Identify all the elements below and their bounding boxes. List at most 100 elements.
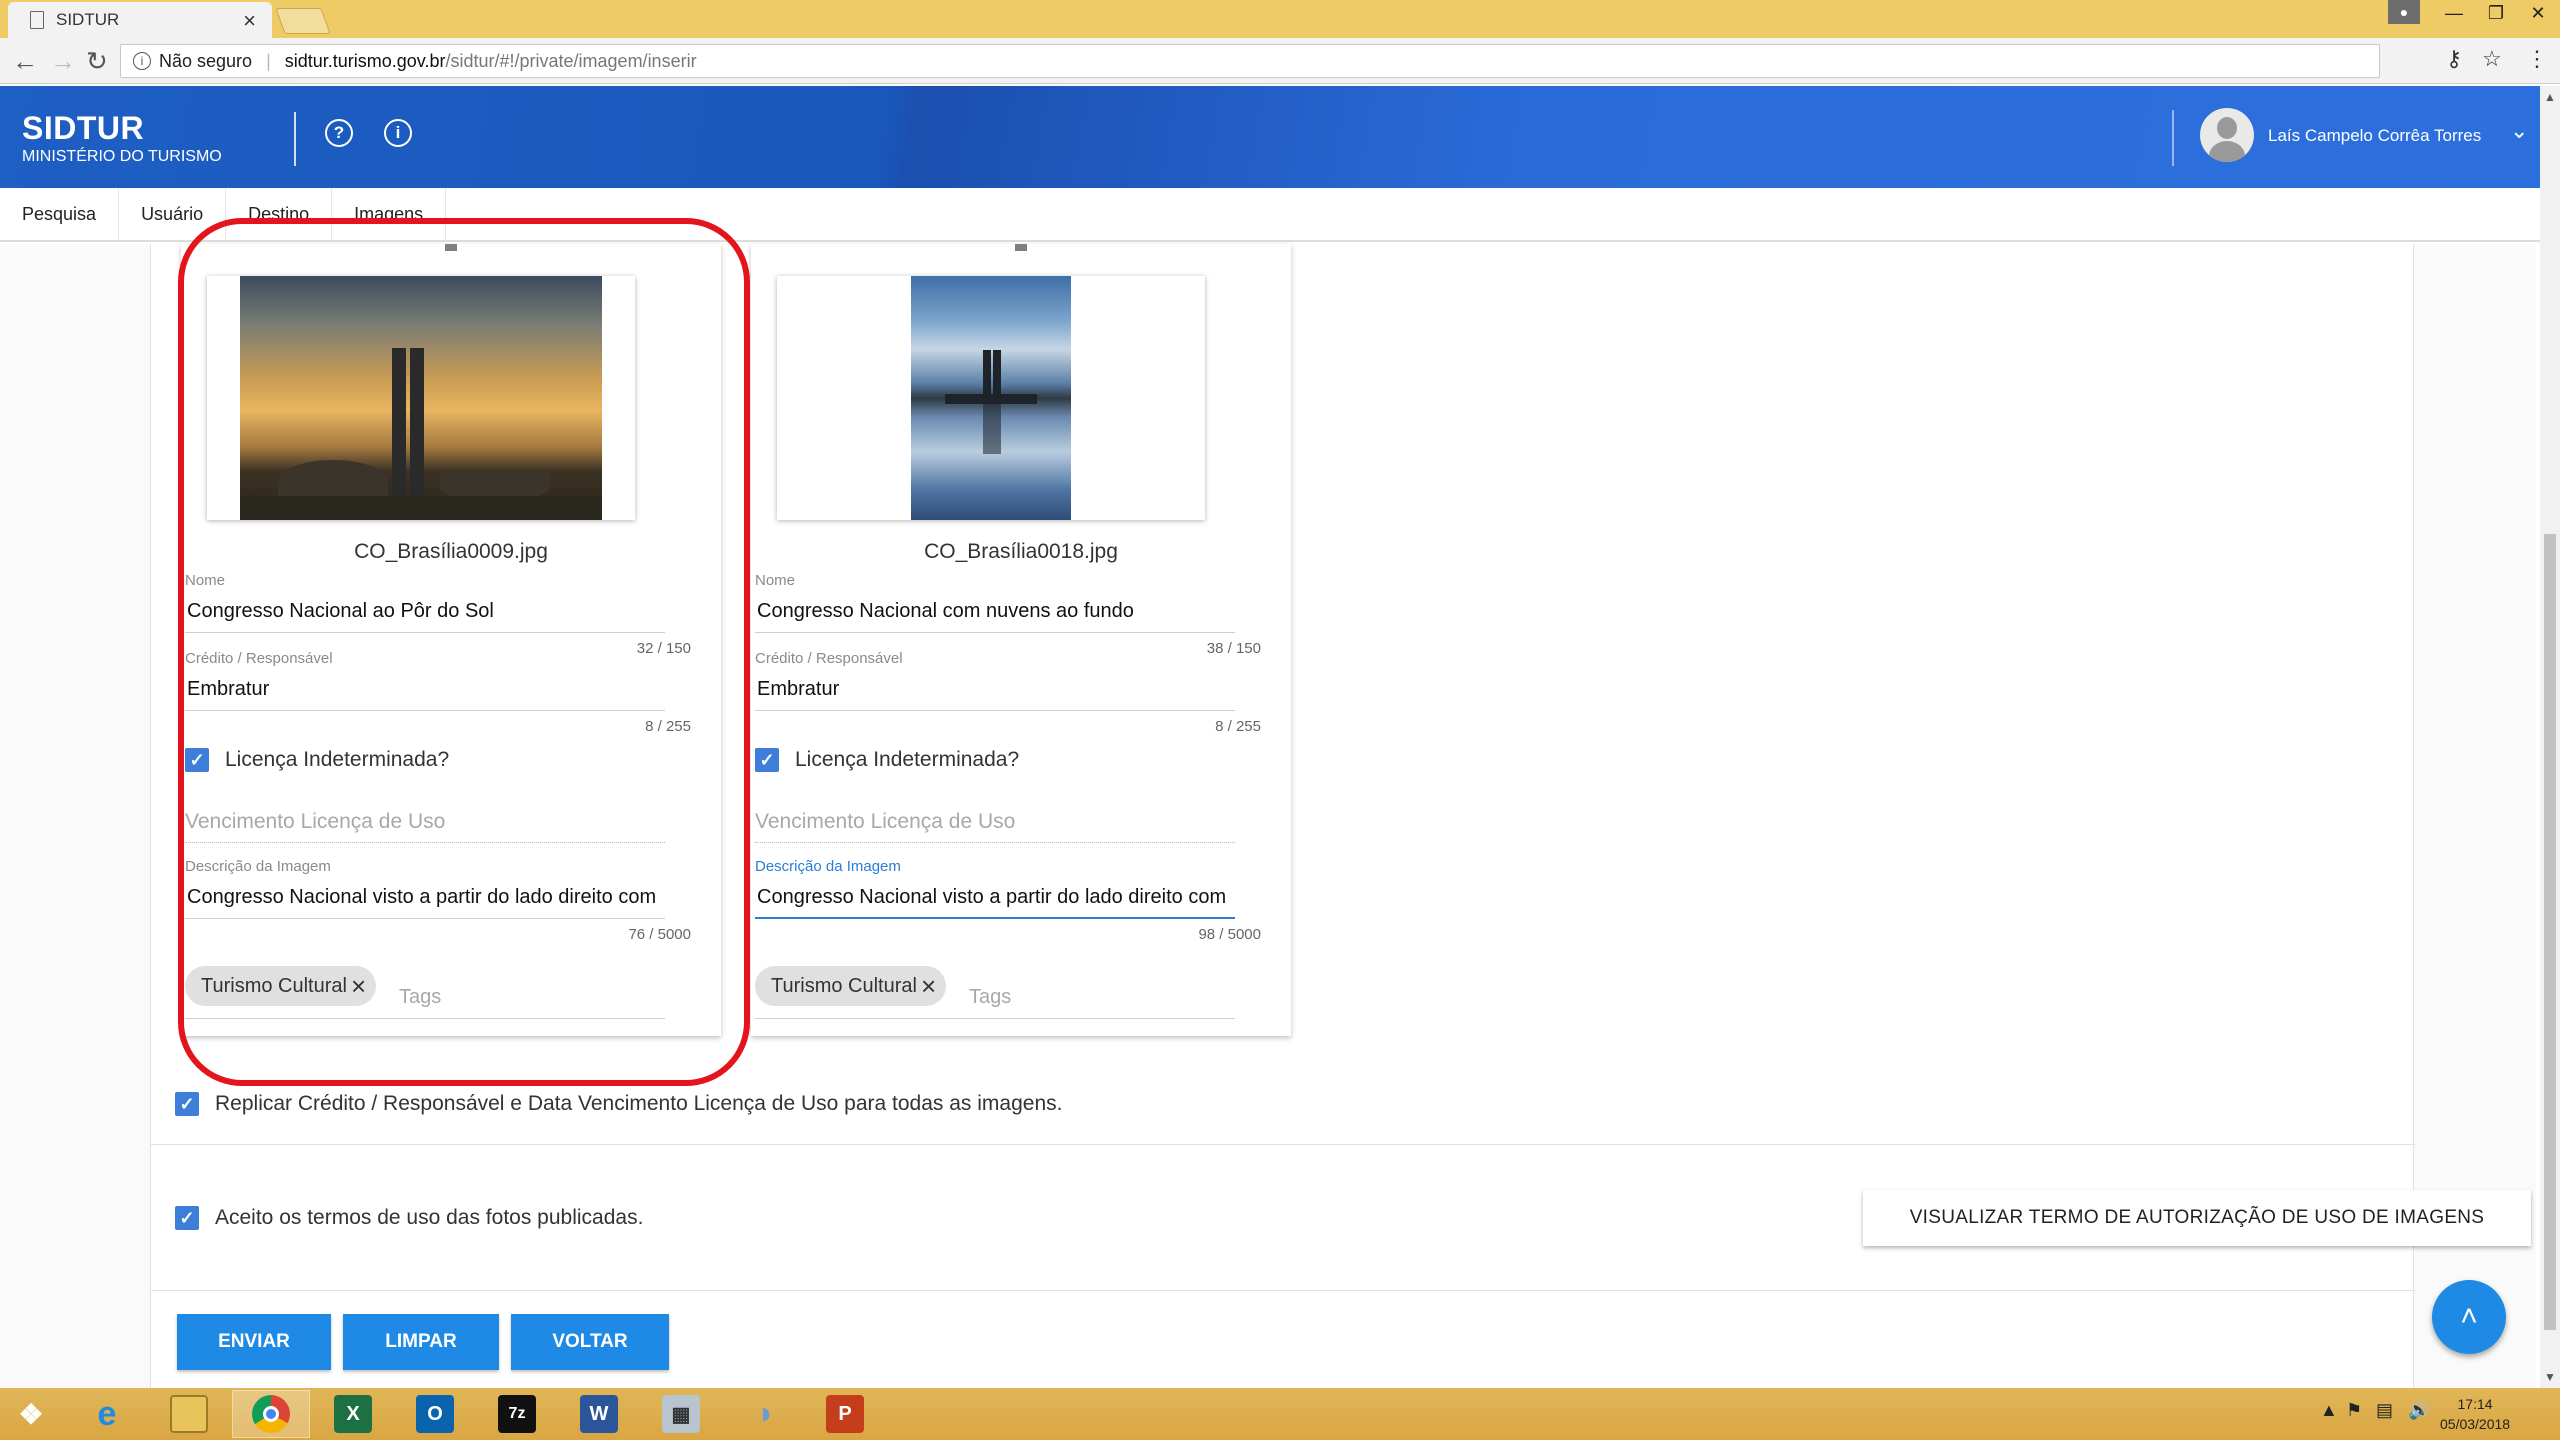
forward-icon[interactable]: →	[50, 46, 76, 77]
input-underline	[755, 842, 1235, 843]
licenca-label: Licença Indeterminada?	[795, 748, 1020, 771]
taskbar-word[interactable]: W	[560, 1390, 638, 1438]
taskbar-excel[interactable]: X	[314, 1390, 392, 1438]
char-counter: 98 / 5000	[1198, 926, 1261, 943]
tags-input[interactable]: Tags	[399, 986, 441, 1009]
scroll-up-icon[interactable]: ▲	[2544, 90, 2556, 104]
info-icon[interactable]: i	[133, 52, 151, 70]
char-counter: 76 / 5000	[628, 926, 691, 943]
flag-icon[interactable]: ⚑	[2346, 1400, 2362, 1421]
replicar-checkbox[interactable]: ✓	[175, 1092, 199, 1116]
input-underline	[755, 710, 1235, 711]
url-host: sidtur.turismo.gov.br	[284, 50, 446, 71]
avatar[interactable]	[2200, 108, 2254, 162]
content-panel: CO_Brasília0009.jpg Nome Congresso Nacio…	[150, 244, 2531, 1388]
restore-icon[interactable]: ❐	[2476, 0, 2516, 26]
tags-input[interactable]: Tags	[969, 986, 1011, 1009]
new-tab-button[interactable]	[275, 8, 331, 34]
image-preview	[911, 276, 1071, 520]
volume-icon[interactable]: 🔊	[2408, 1400, 2430, 1421]
folder-icon	[170, 1395, 208, 1433]
input-underline	[755, 632, 1235, 633]
tag-label: Turismo Cultural	[771, 974, 917, 997]
scroll-top-button[interactable]: ˄	[2432, 1280, 2506, 1354]
descricao-label: Descrição da Imagem	[185, 858, 331, 875]
key-icon[interactable]: ⚷	[2446, 46, 2462, 72]
tab-usuario[interactable]: Usuário	[119, 188, 227, 240]
taskbar-ie[interactable]: e	[68, 1390, 146, 1438]
nome-input[interactable]: Congresso Nacional com nuvens ao fundo	[757, 600, 1233, 623]
close-window-icon[interactable]: ✕	[2518, 0, 2558, 26]
bookmark-star-icon[interactable]: ☆	[2482, 46, 2502, 72]
reload-icon[interactable]: ↻	[86, 46, 108, 77]
vencimento-input[interactable]: Vencimento Licença de Uso	[185, 810, 445, 834]
taskbar-chrome[interactable]	[232, 1390, 310, 1438]
input-underline	[185, 918, 665, 919]
info-icon[interactable]: i	[384, 119, 412, 147]
brand-title[interactable]: SIDTUR	[22, 110, 144, 147]
back-icon[interactable]: ←	[12, 46, 38, 77]
taskbar-paint[interactable]: ◑	[724, 1390, 802, 1438]
enviar-button[interactable]: ENVIAR	[177, 1314, 331, 1370]
chevron-down-icon[interactable]: ⌄	[2510, 118, 2528, 144]
input-underline	[185, 632, 665, 633]
separator: |	[266, 50, 271, 71]
page-icon	[30, 11, 44, 29]
scrollbar-thumb[interactable]	[2544, 534, 2556, 1330]
url-input[interactable]: i Não seguro | sidtur.turismo.gov.br /si…	[120, 44, 2380, 78]
network-icon[interactable]: ▤	[2376, 1400, 2393, 1421]
licenca-label: Licença Indeterminada?	[225, 748, 450, 771]
scrollbar[interactable]: ▲ ▼	[2540, 86, 2560, 1388]
taskbar-powerpoint[interactable]: P	[806, 1390, 884, 1438]
limpar-button[interactable]: LIMPAR	[343, 1314, 499, 1370]
credito-input[interactable]: Embratur	[757, 678, 1233, 701]
aceito-checkbox[interactable]: ✓	[175, 1206, 199, 1230]
licenca-checkbox[interactable]: ✓	[185, 748, 209, 772]
remove-tag-icon[interactable]: ×	[351, 973, 366, 999]
start-button[interactable]: ❖	[0, 1390, 62, 1438]
view-terms-button[interactable]: VISUALIZAR TERMO DE AUTORIZAÇÃO DE USO D…	[1863, 1190, 2531, 1246]
taskbar-explorer[interactable]	[150, 1390, 228, 1438]
menu-dots-icon[interactable]: ⋮	[2526, 46, 2548, 72]
minimize-icon[interactable]: —	[2434, 0, 2474, 26]
taskbar-calculator[interactable]: ▦	[642, 1390, 720, 1438]
chrome-profile-icon[interactable]: ●	[2388, 0, 2420, 24]
char-counter: 8 / 255	[645, 718, 691, 735]
chrome-icon	[252, 1395, 290, 1433]
tab-pesquisa[interactable]: Pesquisa	[0, 188, 120, 240]
help-icon[interactable]: ?	[325, 119, 353, 147]
remove-tag-icon[interactable]: ×	[921, 973, 936, 999]
credito-label: Crédito / Responsável	[755, 650, 903, 667]
drag-handle[interactable]	[1015, 244, 1027, 251]
descricao-input[interactable]: Congresso Nacional visto a partir do lad…	[187, 886, 663, 909]
taskbar-7zip[interactable]: 7z	[478, 1390, 556, 1438]
taskbar-outlook[interactable]: O	[396, 1390, 474, 1438]
clock-date: 05/03/2018	[2440, 1416, 2511, 1432]
browser-tab[interactable]: SIDTUR ×	[8, 2, 272, 38]
scroll-down-icon[interactable]: ▼	[2544, 1370, 2556, 1384]
outlook-icon: O	[416, 1395, 454, 1433]
descricao-input[interactable]: Congresso Nacional visto a partir do lad…	[757, 886, 1233, 909]
windows-icon: ❖	[18, 1398, 44, 1430]
voltar-button[interactable]: VOLTAR	[511, 1314, 669, 1370]
tab-close-icon[interactable]: ×	[243, 8, 256, 34]
windows-taskbar: ❖ e X O 7z W ▦ ◑ P ▲ ⚑ ▤ 🔊 17:14 05/03/2…	[0, 1388, 2560, 1440]
nome-input[interactable]: Congresso Nacional ao Pôr do Sol	[187, 600, 663, 623]
input-underline	[755, 1018, 1235, 1019]
header-divider	[294, 112, 296, 166]
url-path: /sidtur/#!/private/imagem/inserir	[445, 50, 697, 71]
drag-handle[interactable]	[445, 244, 457, 251]
clock[interactable]: 17:14 05/03/2018	[2440, 1394, 2510, 1434]
vencimento-input[interactable]: Vencimento Licença de Uso	[755, 810, 1015, 834]
tab-destino[interactable]: Destino	[226, 188, 333, 240]
tab-imagens[interactable]: Imagens	[332, 188, 447, 240]
user-name[interactable]: Laís Campelo Corrêa Torres	[2268, 126, 2481, 146]
tag-chip: Turismo Cultural ×	[185, 966, 377, 1006]
licenca-checkbox[interactable]: ✓	[755, 748, 779, 772]
credito-input[interactable]: Embratur	[187, 678, 663, 701]
show-hidden-icons-icon[interactable]: ▲	[2320, 1400, 2338, 1421]
nome-label: Nome	[755, 572, 796, 589]
image-thumbnail	[777, 276, 1205, 520]
image-thumbnail	[207, 276, 635, 520]
word-icon: W	[580, 1395, 618, 1433]
